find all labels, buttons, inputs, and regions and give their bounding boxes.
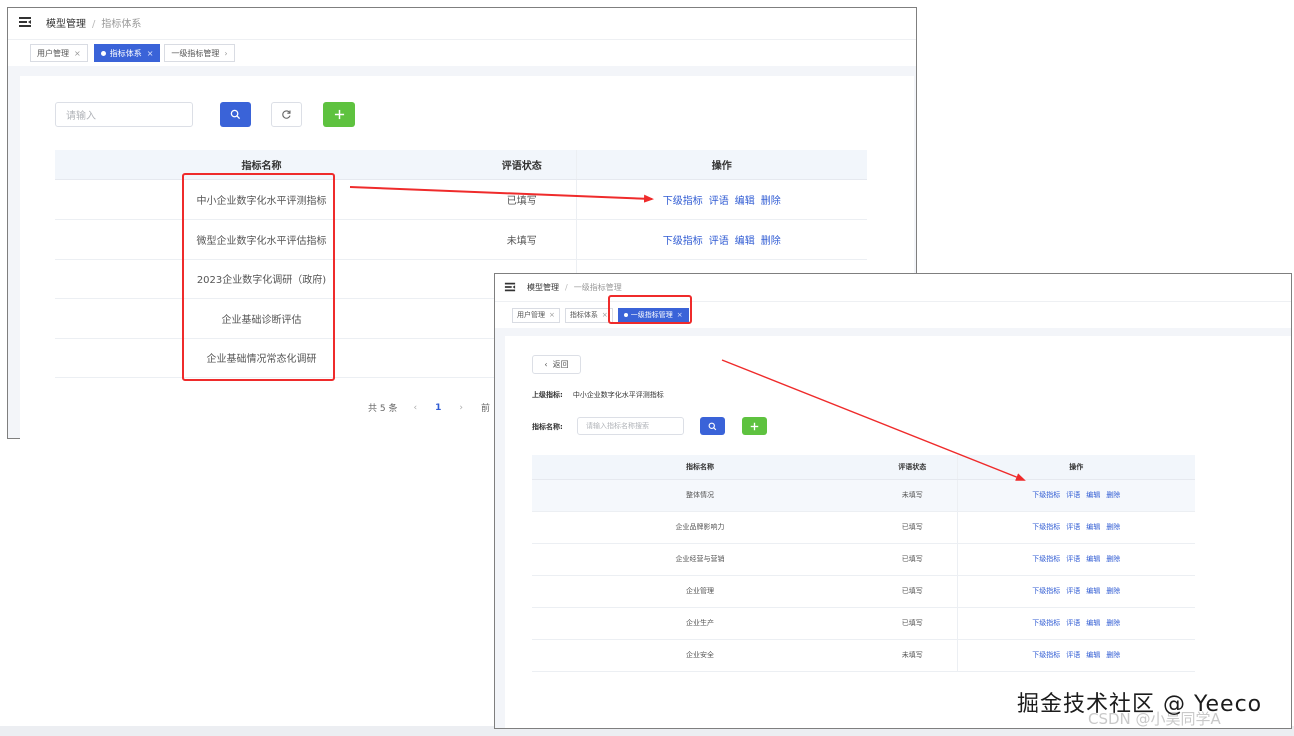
annotation-arrows — [349, 186, 1026, 481]
composite-canvas: 模型管理 / 指标体系 用户管理 × 指标体系 × 一级指标管理 › 请输入 指… — [0, 0, 1294, 736]
watermark-juejin: 掘金技术社区 @ Yeeco — [1017, 692, 1263, 717]
arrow-to-sub-index — [349, 186, 654, 203]
arrow-to-next-level — [721, 359, 1026, 481]
